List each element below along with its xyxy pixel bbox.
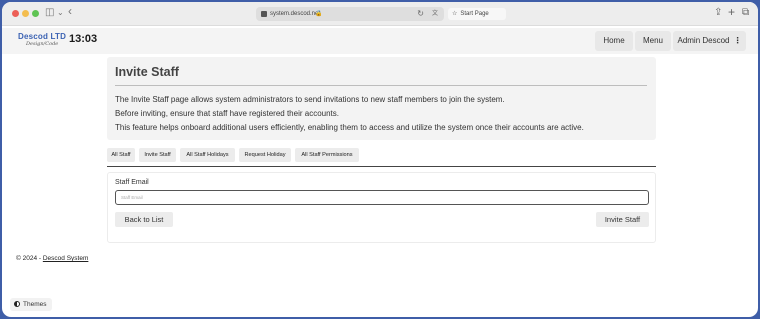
sidebar-toggle-icon[interactable]: ◫ [45,7,54,19]
translate-icon[interactable]: 文 [432,7,438,21]
share-icon[interactable]: ⇪ [714,7,722,19]
page-title: Invite Staff [115,65,179,79]
star-icon: ☆ [452,11,458,17]
kebab-icon: ⋮ [733,36,742,45]
invite-form: Staff Email Back to List Invite Staff [107,172,656,243]
clock: 13:03 [69,33,98,45]
menu-button[interactable]: Menu [635,31,671,51]
back-to-list-button[interactable]: Back to List [115,212,173,227]
admin-user-menu[interactable]: Admin Descod ⋮ [673,31,746,51]
browser-toolbar: ◫ ⌄ ‹ system.descod.net 🔒 ↻ 文 ☆ Start Pag… [2,2,758,26]
reload-icon[interactable]: ↻ [417,7,424,21]
staff-email-input[interactable] [115,190,649,205]
tab-all-staff-permissions[interactable]: All Staff Permissions [295,148,359,162]
logo-tagline: Design/Code [26,41,59,47]
info-description-2: Before inviting, ensure that staff have … [115,109,339,118]
browser-window: ◫ ⌄ ‹ system.descod.net 🔒 ↻ 文 ☆ Start Pag… [2,2,758,317]
logo-text[interactable]: Descod LTD [18,32,66,41]
tab-all-staff-holidays[interactable]: All Staff Holidays [180,148,235,162]
footer-copyright: © 2024 - [16,255,43,262]
info-description-1: The Invite Staff page allows system admi… [115,95,505,104]
title-divider [115,85,647,86]
footer-link[interactable]: Descod System [43,255,89,262]
invite-staff-button[interactable]: Invite Staff [596,212,649,227]
address-url: system.descod.net [270,11,321,17]
admin-user-label: Admin Descod [677,36,730,45]
minimize-window-button[interactable] [22,10,29,17]
app-navbar: Descod LTD Design/Code 13:03 Home Menu A… [2,28,758,54]
footer: © 2024 - Descod System [16,255,88,262]
close-window-button[interactable] [12,10,19,17]
tab-request-holiday[interactable]: Request Holiday [239,148,291,162]
zoom-window-button[interactable] [32,10,39,17]
staff-email-label: Staff Email [115,179,149,186]
home-button[interactable]: Home [595,31,633,51]
tab-overview-icon[interactable]: ⧉ [742,7,749,19]
new-tab-icon[interactable]: + [728,6,735,18]
info-card: Invite Staff The Invite Staff page allow… [107,57,656,140]
start-page-tab[interactable]: ☆ Start Page [448,8,506,20]
address-bar[interactable]: system.descod.net 🔒 ↻ 文 [256,7,444,21]
site-favicon-icon [261,11,267,17]
start-page-tab-label: Start Page [460,11,489,17]
lock-icon: 🔒 [315,11,323,17]
info-description-3: This feature helps onboard additional us… [115,123,584,132]
tab-all-staff[interactable]: All Staff [107,148,135,162]
tab-invite-staff[interactable]: Invite Staff [139,148,176,162]
chevron-down-icon[interactable]: ⌄ [57,7,64,19]
themes-label: Themes [23,301,47,308]
half-circle-theme-icon [14,301,20,307]
tabs-divider [107,166,656,167]
themes-button[interactable]: Themes [10,298,52,311]
back-icon[interactable]: ‹ [68,5,72,17]
